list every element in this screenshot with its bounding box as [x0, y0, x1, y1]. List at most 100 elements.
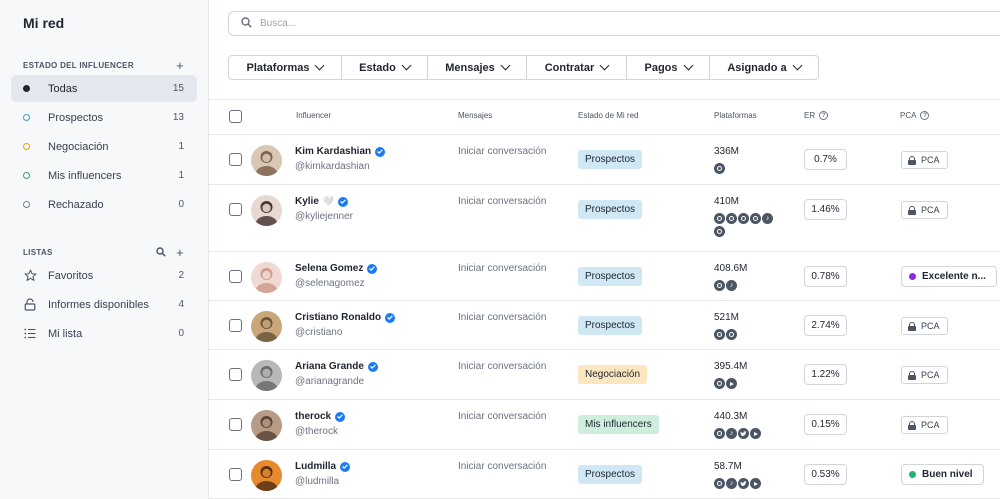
influencer-name[interactable]: therock — [295, 411, 346, 422]
status-item-label: Prospectos — [48, 111, 104, 124]
start-conversation-link[interactable]: Iniciar conversación — [458, 461, 546, 472]
table-row[interactable]: Ariana Grande @arianagrande Iniciar conver… — [209, 350, 1000, 400]
status-item-count: 13 — [172, 112, 184, 123]
instagram-icon — [714, 478, 725, 489]
chevron-down-icon — [401, 60, 412, 71]
avatar[interactable] — [251, 360, 282, 391]
column-header-platforms[interactable]: Plataformas — [714, 111, 757, 120]
column-header-messages[interactable]: Mensajes — [458, 111, 492, 120]
avatar[interactable] — [251, 145, 282, 176]
pca-locked-button[interactable]: PCA — [901, 366, 948, 384]
status-item-prospectos[interactable]: Prospectos 13 — [11, 104, 197, 131]
list-item-informes-disponibles[interactable]: Informes disponibles 4 — [11, 291, 197, 318]
start-conversation-link[interactable]: Iniciar conversación — [458, 312, 546, 323]
search-input[interactable] — [260, 18, 860, 29]
influencer-name[interactable]: Selena Gomez — [295, 263, 378, 274]
column-header-pca[interactable]: PCA? — [900, 111, 930, 120]
influencer-name[interactable]: Cristiano Ronaldo — [295, 312, 396, 323]
quality-dot-icon — [909, 471, 916, 478]
list-item-count: 0 — [178, 328, 184, 339]
search-lists-icon[interactable] — [156, 246, 166, 259]
avatar[interactable] — [251, 311, 282, 342]
instagram-icon — [714, 280, 725, 291]
row-checkbox[interactable] — [229, 368, 242, 381]
avatar[interactable] — [251, 262, 282, 293]
pca-locked-button[interactable]: PCA — [901, 201, 948, 219]
status-badge[interactable]: Prospectos — [578, 316, 643, 335]
pca-locked-button[interactable]: PCA — [901, 151, 948, 169]
table-row[interactable]: Kim Kardashian @kimkardashian Iniciar conv… — [209, 135, 1000, 185]
row-checkbox[interactable] — [229, 270, 242, 283]
select-all-checkbox[interactable] — [229, 110, 242, 123]
influencer-name[interactable]: Ludmilla — [295, 461, 351, 472]
status-item-rechazado[interactable]: Rechazado 0 — [11, 191, 197, 218]
table-row[interactable]: Ludmilla @ludmilla Iniciar conversación Pro… — [209, 450, 1000, 499]
table-row[interactable]: Selena Gomez @selenagomez Iniciar conversa… — [209, 252, 1000, 301]
platform-icons — [714, 378, 778, 389]
status-badge[interactable]: Mis influencers — [578, 415, 659, 434]
status-badge[interactable]: Prospectos — [578, 267, 643, 286]
status-badge[interactable]: Negociación — [578, 365, 648, 384]
filter-pagos[interactable]: Pagos — [627, 56, 710, 79]
white-heart-emoji: 🤍 — [322, 196, 335, 206]
pca-quality-badge[interactable]: Buen nivel — [901, 464, 984, 485]
column-header-status[interactable]: Estado de Mi red — [578, 111, 638, 120]
star-icon — [23, 269, 37, 283]
lock-icon — [908, 420, 916, 430]
pca-quality-badge[interactable]: Excelente n... — [901, 266, 997, 287]
pca-locked-button[interactable]: PCA — [901, 416, 948, 434]
start-conversation-link[interactable]: Iniciar conversación — [458, 411, 546, 422]
column-header-er[interactable]: ER? — [804, 111, 829, 120]
avatar[interactable] — [251, 195, 282, 226]
influencer-handle: @selenagomez — [295, 278, 365, 289]
status-item-todas[interactable]: Todas 15 — [11, 75, 197, 102]
table-row[interactable]: Kylie 🤍 @kyliejenner Iniciar conversación Pr… — [209, 185, 1000, 252]
influencer-handle: @arianagrande — [295, 376, 365, 387]
influencer-name[interactable]: Ariana Grande — [295, 361, 378, 372]
status-badge[interactable]: Prospectos — [578, 150, 643, 169]
table-row[interactable]: therock @therock Iniciar conversación Mis i… — [209, 400, 1000, 450]
row-checkbox[interactable] — [229, 203, 242, 216]
filter-plataformas[interactable]: Plataformas — [229, 56, 342, 79]
list-item-mi-lista[interactable]: Mi lista 0 — [11, 320, 197, 347]
instagram-icon — [750, 213, 761, 224]
row-checkbox[interactable] — [229, 468, 242, 481]
start-conversation-link[interactable]: Iniciar conversación — [458, 263, 546, 274]
chevron-down-icon — [500, 60, 511, 71]
avatar[interactable] — [251, 410, 282, 441]
start-conversation-link[interactable]: Iniciar conversación — [458, 361, 546, 372]
start-conversation-link[interactable]: Iniciar conversación — [458, 146, 546, 157]
filter-mensajes[interactable]: Mensajes — [428, 56, 527, 79]
influencer-name[interactable]: Kylie 🤍 — [295, 196, 349, 207]
table-row[interactable]: Cristiano Ronaldo @cristiano Iniciar conve… — [209, 301, 1000, 350]
column-header-influencer[interactable]: Influencer — [296, 111, 331, 120]
pca-locked-button[interactable]: PCA — [901, 317, 948, 335]
row-checkbox[interactable] — [229, 319, 242, 332]
start-conversation-link[interactable]: Iniciar conversación — [458, 196, 546, 207]
status-badge[interactable]: Prospectos — [578, 200, 643, 219]
follower-count: 440.3M — [714, 411, 748, 422]
follower-count: 336M — [714, 146, 740, 157]
filter-contratar[interactable]: Contratar — [527, 56, 627, 79]
row-checkbox[interactable] — [229, 153, 242, 166]
help-icon[interactable]: ? — [920, 111, 930, 120]
add-list-button[interactable]: + — [176, 245, 184, 260]
engagement-rate: 1.46% — [804, 199, 847, 220]
filter-estado[interactable]: Estado — [342, 56, 428, 79]
influencer-handle: @kyliejenner — [295, 211, 353, 222]
filter-asignado-a[interactable]: Asignado a — [710, 56, 818, 79]
row-checkbox[interactable] — [229, 418, 242, 431]
list-item-favoritos[interactable]: Favoritos 2 — [11, 262, 197, 289]
help-icon[interactable]: ? — [819, 111, 829, 120]
status-item-count: 0 — [178, 199, 184, 210]
search-bar[interactable] — [228, 11, 1000, 36]
lists-section-header: LISTAS + — [23, 245, 184, 260]
status-badge[interactable]: Prospectos — [578, 465, 643, 484]
follower-count: 395.4M — [714, 361, 748, 372]
add-status-button[interactable]: + — [176, 58, 184, 73]
status-item-negociacion[interactable]: Negociación 1 — [11, 133, 197, 160]
influencer-name[interactable]: Kim Kardashian — [295, 146, 386, 157]
avatar[interactable] — [251, 460, 282, 491]
status-item-mis-influencers[interactable]: Mis influencers 1 — [11, 162, 197, 189]
youtube-icon — [726, 378, 737, 389]
